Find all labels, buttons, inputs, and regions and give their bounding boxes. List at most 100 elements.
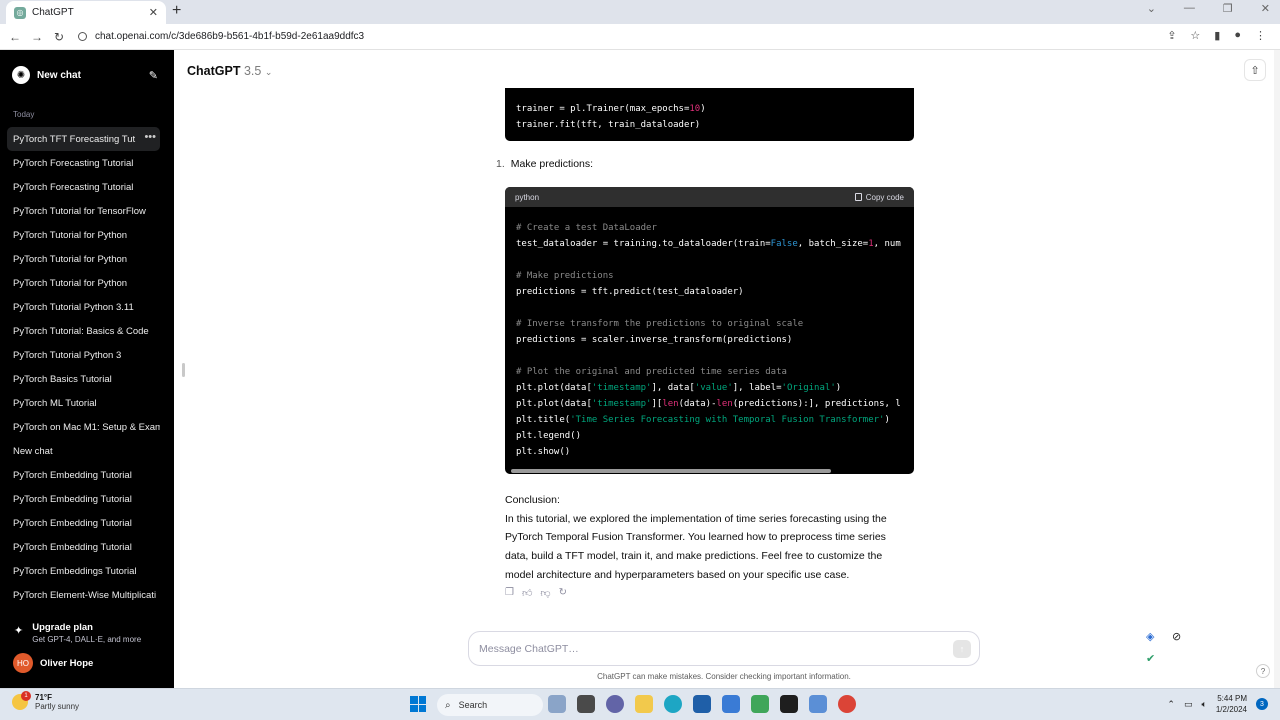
taskbar-search[interactable]: ⌕ Search (437, 694, 543, 716)
history-item[interactable]: PyTorch Tutorial Python 3.11 (7, 295, 160, 319)
tray-chevron-icon[interactable]: ⌃ (1167, 699, 1175, 710)
upgrade-plan-button[interactable]: ✦ Upgrade plan Get GPT-4, DALL·E, and mo… (14, 622, 141, 644)
taskbar-apps (548, 695, 856, 713)
profile-icon[interactable]: ● (1234, 29, 1241, 42)
user-menu-button[interactable]: HO Oliver Hope (13, 653, 93, 673)
new-tab-icon[interactable]: + (172, 2, 181, 20)
history-item[interactable]: PyTorch Embeddings Tutorial (7, 559, 160, 583)
reload-icon[interactable]: ↻ (48, 30, 70, 44)
site-info-icon[interactable] (78, 32, 87, 41)
openai-logo-icon: ✺ (12, 66, 30, 84)
app-snip-icon[interactable] (809, 695, 827, 713)
network-icon[interactable]: ▭ (1184, 699, 1193, 710)
step-heading: 1. Make predictions: (496, 158, 593, 170)
weather-temp: 71°F (35, 693, 52, 702)
share-chat-button[interactable]: ⇧ (1244, 59, 1266, 81)
history-item[interactable]: PyTorch Tutorial for Python (7, 223, 160, 247)
history-item[interactable]: PyTorch Basics Tutorial (7, 367, 160, 391)
app-notepad-icon[interactable] (751, 695, 769, 713)
conclusion-title: Conclusion: (505, 494, 560, 506)
model-selector[interactable]: ChatGPT 3.5 ⌄ (187, 64, 272, 78)
step-text: Make predictions: (510, 158, 594, 170)
app-terminal-icon[interactable] (780, 695, 798, 713)
url-field[interactable]: chat.openai.com/c/3de686b9-b561-4b1f-b59… (78, 31, 364, 42)
app-edge-icon[interactable] (664, 695, 682, 713)
history-item[interactable]: PyTorch Embedding Tutorial (7, 535, 160, 559)
code-horizontal-scrollbar[interactable] (511, 469, 831, 473)
chevron-down-icon: ⌄ (264, 67, 273, 77)
chat-history-list: PyTorch TFT Forecasting Tut ••• PyTorch F… (7, 127, 160, 607)
message-actions: ❐ 👍︎ 👎︎ ↻ (505, 587, 567, 599)
sidebar-toggle-handle[interactable] (182, 363, 185, 377)
history-group-today: Today (13, 110, 35, 119)
notification-badge[interactable]: 3 (1256, 698, 1268, 710)
message-input[interactable] (479, 640, 919, 658)
help-button[interactable]: ? (1256, 664, 1270, 678)
close-tab-icon[interactable]: ✕ (149, 6, 158, 19)
history-item[interactable]: PyTorch TFT Forecasting Tut ••• (7, 127, 160, 151)
weather-widget[interactable]: 1 71°F Partly sunny (12, 691, 80, 711)
history-item[interactable]: PyTorch ML Tutorial (7, 391, 160, 415)
app-chrome-icon[interactable] (838, 695, 856, 713)
app-vscode-icon[interactable] (722, 695, 740, 713)
search-icon: ⌕ (445, 699, 451, 711)
step-number: 1. (496, 158, 505, 170)
extension-shield-icon[interactable]: ◈ (1146, 630, 1154, 643)
browser-tab[interactable]: ◎ ChatGPT ✕ (6, 1, 166, 24)
regenerate-icon[interactable]: ↻ (559, 587, 567, 599)
url-text: chat.openai.com/c/3de686b9-b561-4b1f-b59… (95, 31, 365, 42)
forward-icon[interactable]: → (26, 30, 48, 44)
app-store-icon[interactable] (693, 695, 711, 713)
side-panel-icon[interactable]: ▮ (1214, 29, 1220, 42)
main-chat-area: ChatGPT 3.5 ⌄ ⇧ trainer = pl.Trainer(max… (174, 50, 1280, 688)
history-item[interactable]: PyTorch on Mac M1: Setup & Exam (7, 415, 160, 439)
new-chat-button[interactable]: ✺ New chat ✎ (12, 65, 158, 85)
send-button[interactable]: ↑ (953, 640, 971, 658)
history-item[interactable]: PyTorch Tutorial for Python (7, 271, 160, 295)
history-item[interactable]: New chat (7, 439, 160, 463)
history-item[interactable]: PyTorch Tutorial for Python (7, 247, 160, 271)
menu-kebab-icon[interactable]: ⋮ (1255, 29, 1266, 42)
history-item[interactable]: PyTorch Embedding Tutorial (7, 511, 160, 535)
start-button[interactable] (410, 696, 426, 712)
back-icon[interactable]: ← (4, 30, 26, 44)
app-chat-icon[interactable] (606, 695, 624, 713)
code-block-header: python Copy code (505, 187, 914, 207)
user-name: Oliver Hope (40, 657, 94, 669)
history-item[interactable]: PyTorch Forecasting Tutorial (7, 175, 160, 199)
extension-eye-off-icon[interactable]: ⊘ (1172, 630, 1181, 643)
more-options-icon[interactable]: ••• (140, 131, 156, 143)
restore-icon[interactable]: ❐ (1223, 2, 1233, 15)
share-page-icon[interactable]: ⇪ (1167, 29, 1176, 42)
weather-condition: Partly sunny (35, 702, 80, 711)
tab-search-icon[interactable]: ⌄ (1147, 2, 1156, 15)
conclusion-body: In this tutorial, we explored the implem… (505, 512, 887, 581)
copy-code-button[interactable]: Copy code (854, 193, 904, 202)
app-files-icon[interactable] (577, 695, 595, 713)
app-people-icon[interactable] (548, 695, 566, 713)
share-icon: ⇧ (1250, 64, 1260, 77)
thumbs-up-icon[interactable]: 👍︎ (522, 587, 532, 599)
close-window-icon[interactable]: ✕ (1261, 2, 1270, 15)
history-item[interactable]: PyTorch Tutorial for TensorFlow (7, 199, 160, 223)
copy-icon[interactable]: ❐ (505, 587, 514, 599)
history-item[interactable]: PyTorch Element-Wise Multiplicati (7, 583, 160, 607)
minimize-icon[interactable]: — (1184, 2, 1195, 15)
history-item[interactable]: PyTorch Embedding Tutorial (7, 463, 160, 487)
history-item[interactable]: PyTorch Embedding Tutorial (7, 487, 160, 511)
history-item[interactable]: PyTorch Forecasting Tutorial (7, 151, 160, 175)
model-name: ChatGPT (187, 64, 241, 78)
compose-icon[interactable]: ✎ (149, 69, 158, 82)
clock[interactable]: 5:44 PM 1/2/2024 (1216, 693, 1247, 715)
page-vertical-scrollbar[interactable] (1274, 50, 1280, 688)
app-explorer-icon[interactable] (635, 695, 653, 713)
extension-check-icon[interactable]: ✔ (1146, 652, 1155, 665)
volume-icon[interactable]: 🔈︎ (1201, 699, 1206, 710)
bookmark-star-icon[interactable]: ☆ (1190, 29, 1200, 42)
thumbs-down-icon[interactable]: 👎︎ (540, 587, 550, 599)
address-bar: ← → ↻ chat.openai.com/c/3de686b9-b561-4b… (0, 24, 1280, 50)
history-item[interactable]: PyTorch Tutorial Python 3 (7, 343, 160, 367)
tab-title: ChatGPT (32, 7, 74, 18)
history-item[interactable]: PyTorch Tutorial: Basics & Code (7, 319, 160, 343)
clipboard-icon (854, 193, 862, 201)
